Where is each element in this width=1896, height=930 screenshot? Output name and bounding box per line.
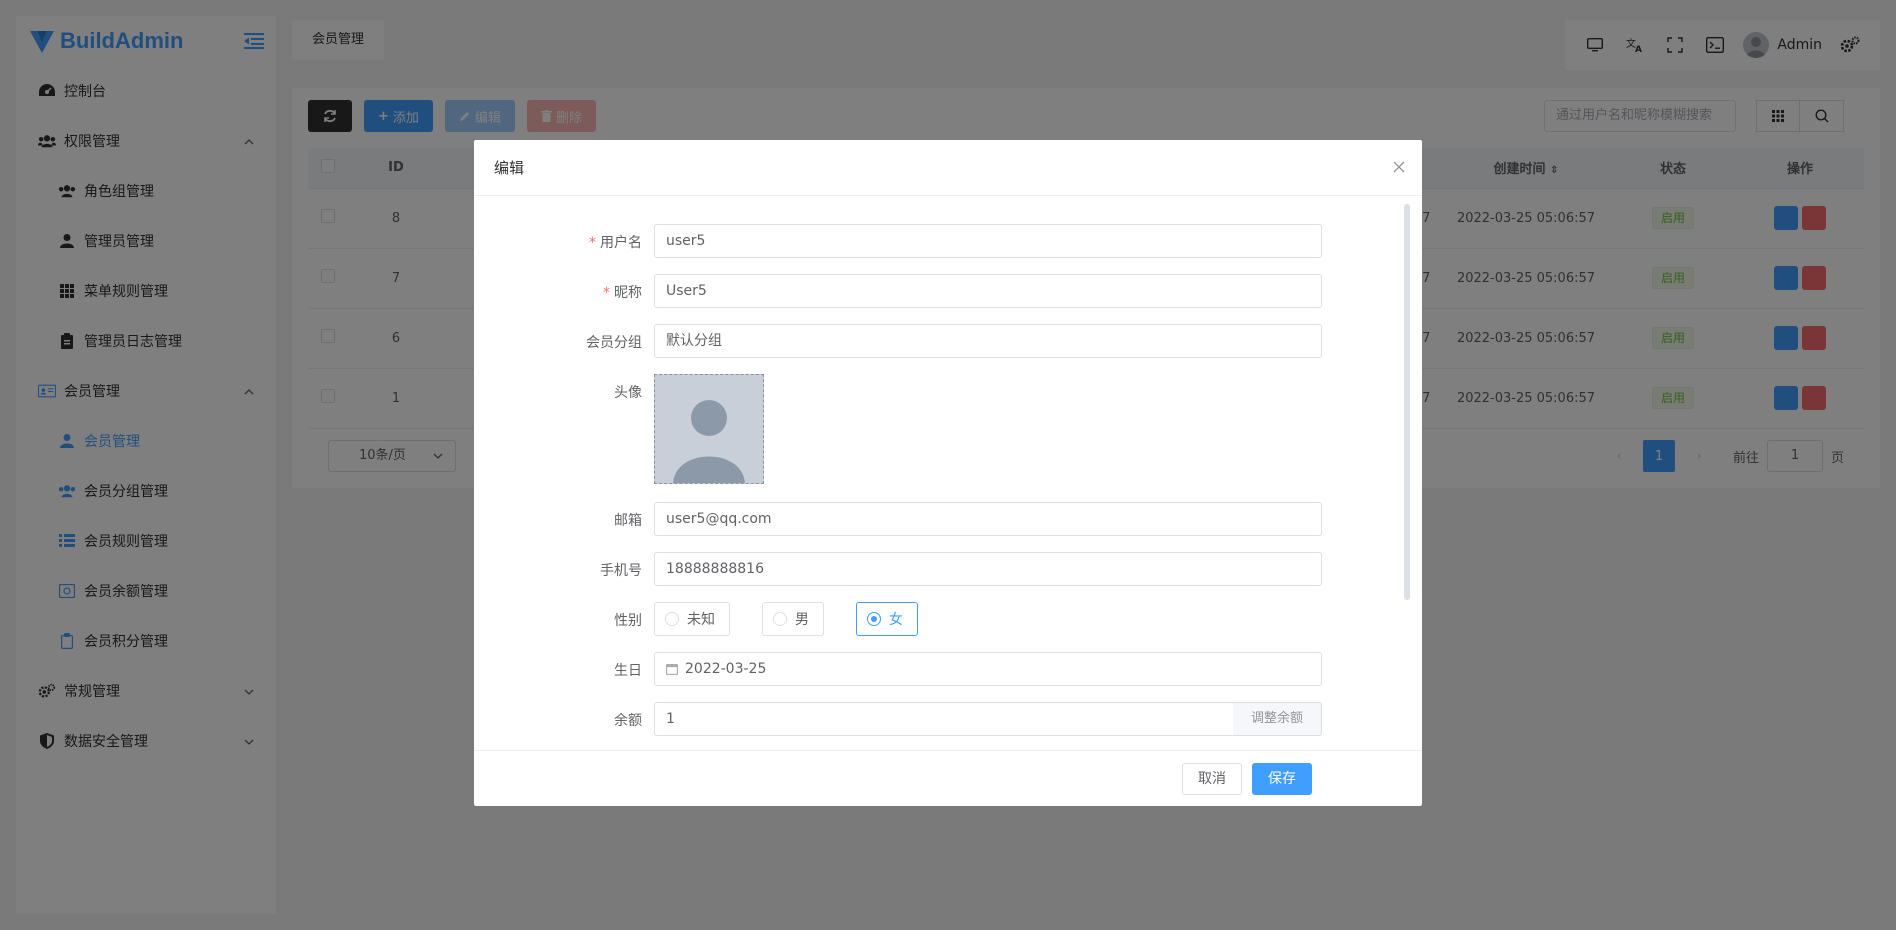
birthday-picker[interactable]: 2022-03-25 [654,652,1322,686]
form-row-username: * 用户名 user5 [474,224,1422,258]
form-row-gender: 性别 未知 男 女 [474,602,1422,636]
radio-label: 女 [889,612,903,628]
nickname-input[interactable]: User5 [654,274,1322,308]
cancel-button[interactable]: 取消 [1182,763,1242,795]
save-button[interactable]: 保存 [1252,763,1312,795]
form-row-group: 会员分组 默认分组 [474,324,1422,358]
group-select[interactable]: 默认分组 [654,324,1322,358]
radio-label: 男 [795,612,809,628]
close-icon[interactable] [1392,160,1408,176]
gender-radio-unknown[interactable]: 未知 [654,602,730,636]
birthday-label: 生日 [614,663,642,679]
mobile-input[interactable]: 18888888816 [654,552,1322,586]
form-row-balance: 余额 1 调整余额 [474,702,1422,736]
form-row-nickname: * 昵称 User5 [474,274,1422,308]
form-row-avatar: 头像 [474,374,1422,484]
edit-dialog: 编辑 * 用户名 user5 * 昵称 User5 会员分组 默认分组 头像 邮箱 … [474,140,1422,806]
radio-dot [773,612,787,626]
gender-radio-female[interactable]: 女 [856,602,918,636]
radio-dot [867,612,881,626]
dialog-footer: 取消 保存 [474,750,1422,806]
email-input[interactable]: user5@qq.com [654,502,1322,536]
balance-input[interactable]: 1 [654,702,1234,736]
avatar-upload[interactable] [654,374,764,484]
username-input[interactable]: user5 [654,224,1322,258]
radio-label: 未知 [687,612,715,628]
form-row-birthday: 生日 2022-03-25 [474,652,1422,686]
username-label: * 用户名 [589,235,642,251]
avatar-label: 头像 [614,385,642,401]
birthday-value: 2022-03-25 [685,661,767,677]
form-row-email: 邮箱 user5@qq.com [474,502,1422,536]
email-label: 邮箱 [614,513,642,529]
dialog-body: * 用户名 user5 * 昵称 User5 会员分组 默认分组 头像 邮箱 use… [474,196,1422,750]
radio-dot [665,612,679,626]
calendar-icon [666,664,678,675]
balance-label: 余额 [614,713,642,729]
adjust-balance-button[interactable]: 调整余额 [1233,702,1322,736]
dialog-title: 编辑 [474,140,1422,196]
mobile-label: 手机号 [600,563,642,579]
gender-radio-male[interactable]: 男 [762,602,824,636]
form-row-mobile: 手机号 18888888816 [474,552,1422,586]
avatar-placeholder-icon [655,375,763,483]
group-label: 会员分组 [586,335,642,351]
nickname-label: * 昵称 [603,285,642,301]
gender-label: 性别 [614,613,642,629]
